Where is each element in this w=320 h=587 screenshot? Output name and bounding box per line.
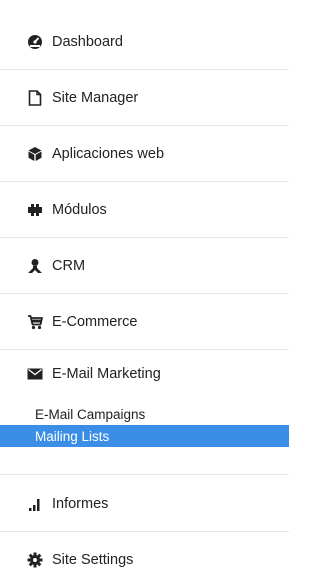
- sidebar-item-site-manager[interactable]: Site Manager: [0, 70, 289, 125]
- bar-chart-icon: [27, 496, 43, 512]
- sidebar-item-web-apps[interactable]: Aplicaciones web: [0, 126, 289, 181]
- sidebar-item-email-marketing[interactable]: E-Mail Marketing: [0, 346, 289, 401]
- sidebar-item-label: Módulos: [52, 201, 107, 218]
- gear-icon: [27, 552, 43, 568]
- submenu-item-label: E-Mail Campaigns: [35, 406, 146, 422]
- puzzle-icon: [27, 202, 43, 218]
- user-icon: [27, 258, 43, 274]
- submenu-item-email-campaigns[interactable]: E-Mail Campaigns: [0, 403, 289, 425]
- sidebar-nav: Dashboard Site Manager Aplicaciones web: [0, 0, 289, 580]
- dashboard-icon: [27, 34, 43, 50]
- sidebar-item-modules[interactable]: Módulos: [0, 182, 289, 237]
- sidebar-item-label: Site Settings: [52, 551, 134, 568]
- sidebar-item-label: CRM: [52, 257, 86, 274]
- sidebar-item-label: Site Manager: [52, 89, 139, 106]
- sidebar-item-site-settings[interactable]: Site Settings: [0, 532, 289, 587]
- sidebar-item-dashboard[interactable]: Dashboard: [0, 14, 289, 69]
- submenu-item-label: Mailing Lists: [35, 428, 110, 444]
- sidebar-item-label: Aplicaciones web: [52, 145, 165, 162]
- file-icon: [27, 89, 43, 106]
- divider: [0, 474, 289, 475]
- sidebar-item-ecommerce[interactable]: E-Commerce: [0, 294, 289, 349]
- sidebar-item-reports[interactable]: Informes: [0, 476, 289, 531]
- sidebar-item-label: E-Commerce: [52, 313, 138, 330]
- sidebar-item-label: E-Mail Marketing: [52, 365, 161, 382]
- sidebar-item-label: Informes: [52, 495, 109, 512]
- sidebar-item-crm[interactable]: CRM: [0, 238, 289, 293]
- submenu-item-mailing-lists[interactable]: Mailing Lists: [0, 425, 289, 447]
- cart-icon: [27, 314, 43, 330]
- sidebar-item-label: Dashboard: [52, 33, 123, 50]
- envelope-icon: [27, 366, 43, 382]
- cube-icon: [27, 146, 43, 162]
